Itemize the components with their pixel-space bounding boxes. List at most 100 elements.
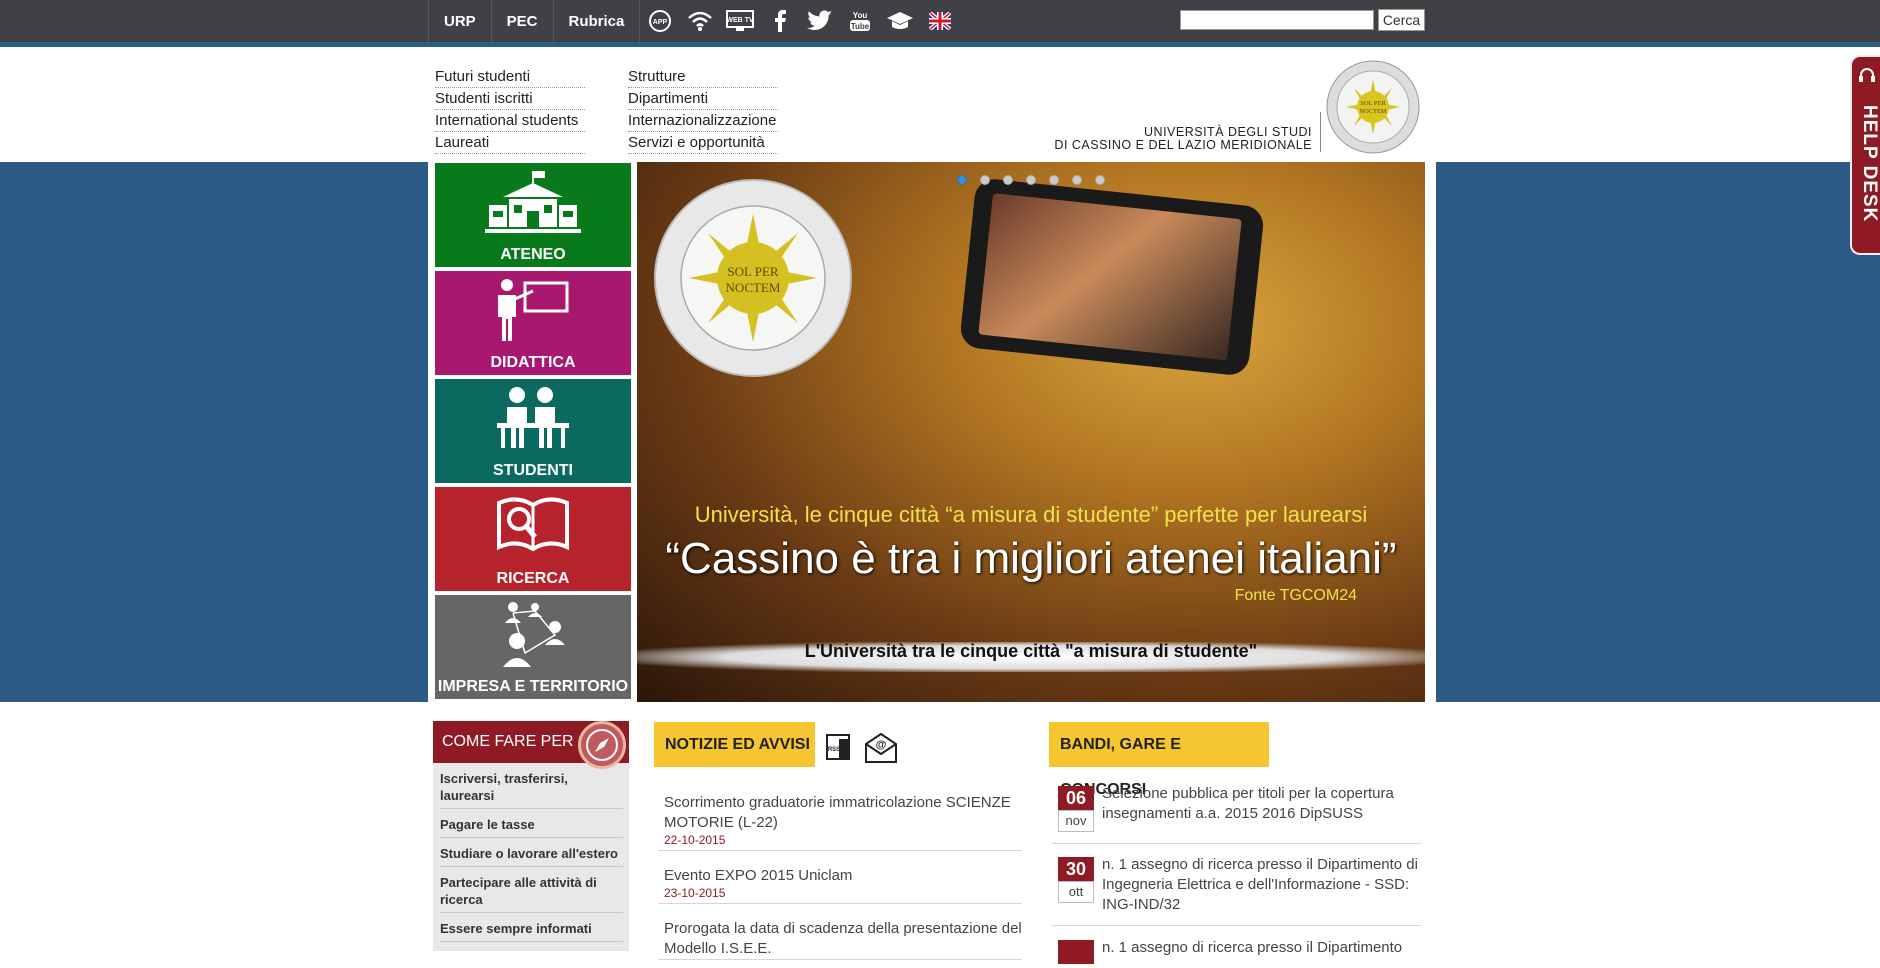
slide-subtitle: Università, le cinque città “a misura di…: [694, 502, 1368, 527]
top-bar-links: URP PEC Rubrica APP WEB TV You Tube: [428, 0, 960, 42]
slide-phone-image: [958, 177, 1266, 377]
news-item-date: 23-10-2015: [664, 886, 726, 900]
nav-servizi-opportunita[interactable]: Servizi e opportunità: [628, 132, 778, 154]
bando-item[interactable]: 06 nov Selezione pubblica per titoli per…: [1052, 784, 1421, 844]
tile-studenti-label: STUDENTI: [493, 462, 573, 479]
news-item[interactable]: Prorogata la data di scadenza della pres…: [658, 919, 1022, 960]
university-logo[interactable]: SOL PER NOCTEM: [1326, 60, 1420, 154]
network-people-icon: [503, 602, 565, 667]
pec-link[interactable]: PEC: [490, 0, 553, 42]
tile-impresa-territorio-label: IMPRESA E TERRITORIO: [437, 678, 629, 695]
slider-dots: [957, 175, 1118, 185]
svg-text:APP: APP: [653, 19, 668, 26]
news-item-date: 22-10-2015: [664, 833, 726, 847]
tile-didattica-label: DIDATTICA: [490, 354, 576, 371]
students-icon: [497, 387, 569, 448]
slider-dot[interactable]: [1026, 175, 1036, 185]
svg-text:@: @: [876, 739, 887, 751]
tile-ateneo[interactable]: ATENEO: [435, 163, 631, 267]
cfp-attivita-ricerca[interactable]: Partecipare alle attività di ricerca: [440, 867, 623, 913]
wifi-icon[interactable]: [684, 0, 716, 42]
facebook-icon[interactable]: [764, 0, 796, 42]
tile-ricerca[interactable]: RICERCA: [435, 487, 631, 591]
slider-dot[interactable]: [1095, 175, 1105, 185]
search-button[interactable]: Cerca: [1378, 9, 1425, 31]
newsletter-icon[interactable]: @: [864, 732, 898, 764]
nav-internazionalizzazione[interactable]: Internazionalizzazione: [628, 110, 778, 132]
slider-dot[interactable]: [1072, 175, 1082, 185]
school-building-icon: [485, 171, 581, 233]
news-item-title[interactable]: Evento EXPO 2015 Uniclam: [658, 866, 1022, 886]
come-fare-per-title: COME FARE PER: [442, 733, 574, 750]
search-input[interactable]: [1180, 10, 1374, 30]
slider-dot[interactable]: [980, 175, 990, 185]
logo-small-text-2: NOCTEM: [1359, 108, 1387, 115]
nav-structure: Strutture Dipartimenti Internazionalizza…: [628, 66, 778, 154]
rubrica-link[interactable]: Rubrica: [552, 0, 641, 42]
news-header: NOTIZIE ED AVVISI: [654, 722, 815, 767]
compass-icon: [578, 721, 626, 769]
university-name[interactable]: UNIVERSITÀ DEGLI STUDI DI CASSINO E DEL …: [1010, 126, 1312, 152]
slide-caption[interactable]: L'Università tra le cinque città "a misu…: [637, 641, 1425, 662]
nav-laureati[interactable]: Laureati: [435, 132, 585, 154]
svg-text:RSS: RSS: [828, 747, 840, 753]
twitter-icon[interactable]: [804, 0, 836, 42]
bando-day: 30: [1058, 857, 1094, 881]
bando-item[interactable]: 30 ott n. 1 assegno di ricerca presso il…: [1052, 855, 1421, 926]
book-magnifier-icon: [497, 497, 569, 552]
come-fare-per-list: Iscriversi, trasferirsi, laurearsi Pagar…: [433, 763, 629, 942]
bando-date: 06 nov: [1058, 786, 1094, 832]
slide-title: “Cassino è tra i migliori atenei italian…: [665, 534, 1397, 583]
top-divider: [0, 45, 1880, 47]
slide-source: Fonte TGCOM24: [1234, 587, 1357, 604]
header-separator: [1320, 112, 1321, 152]
nav-strutture[interactable]: Strutture: [628, 66, 778, 88]
tile-studenti[interactable]: STUDENTI: [435, 379, 631, 483]
tile-impresa-territorio[interactable]: IMPRESA E TERRITORIO: [435, 595, 631, 699]
youtube-icon[interactable]: You Tube: [844, 0, 876, 42]
nav-futuri-studenti[interactable]: Futuri studenti: [435, 66, 585, 88]
help-desk-label: HELP DESK: [1859, 105, 1880, 223]
slider-dot[interactable]: [1003, 175, 1013, 185]
tile-ateneo-label: ATENEO: [500, 246, 566, 263]
slider-dot[interactable]: [1049, 175, 1059, 185]
webtv-icon[interactable]: WEB TV: [724, 0, 756, 42]
university-seal-image: SOL PER NOCTEM: [654, 179, 852, 377]
help-desk-tab[interactable]: HELP DESK: [1850, 55, 1880, 255]
app-icon[interactable]: APP: [644, 0, 676, 42]
seal-text-2: NOCTEM: [726, 280, 781, 295]
nav-international-students[interactable]: International students: [435, 110, 585, 132]
urp-link[interactable]: URP: [428, 0, 491, 42]
seal-text-1: SOL PER: [727, 264, 778, 279]
news-item[interactable]: Evento EXPO 2015 Uniclam 23-10-2015: [658, 866, 1022, 904]
headset-icon: [1859, 68, 1875, 82]
tile-didattica[interactable]: DIDATTICA: [435, 271, 631, 375]
come-fare-per-header: COME FARE PER: [433, 721, 629, 769]
cfp-sempre-informati[interactable]: Essere sempre informati: [440, 913, 623, 942]
top-bar: URP PEC Rubrica APP WEB TV You Tube Cerca: [0, 0, 1880, 45]
cfp-pagare-tasse[interactable]: Pagare le tasse: [440, 809, 623, 838]
bandi-header: BANDI, GARE E CONCORSI: [1049, 722, 1269, 798]
news-item-title[interactable]: Scorrimento graduatorie immatricolazione…: [658, 793, 1022, 833]
bando-text[interactable]: n. 1 assegno di ricerca presso il Dipart…: [1102, 938, 1421, 958]
slider-dot[interactable]: [957, 175, 967, 185]
bando-date: [1058, 940, 1094, 964]
uk-flag-icon[interactable]: [924, 0, 956, 42]
graduation-cap-icon[interactable]: [884, 0, 916, 42]
bando-month: ott: [1058, 881, 1094, 903]
bando-text[interactable]: n. 1 assegno di ricerca presso il Dipart…: [1102, 855, 1421, 915]
tile-ricerca-label: RICERCA: [496, 570, 570, 587]
nav-audience: Futuri studenti Studenti iscritti Intern…: [435, 66, 585, 154]
teacher-icon: [498, 279, 569, 341]
nav-studenti-iscritti[interactable]: Studenti iscritti: [435, 88, 585, 110]
bando-item[interactable]: n. 1 assegno di ricerca presso il Dipart…: [1052, 938, 1421, 968]
bando-text[interactable]: Selezione pubblica per titoli per la cop…: [1102, 784, 1421, 824]
news-item-title[interactable]: Prorogata la data di scadenza della pres…: [658, 919, 1022, 959]
news-item[interactable]: Scorrimento graduatorie immatricolazione…: [658, 793, 1022, 851]
come-fare-per-box: COME FARE PER Iscriversi, trasferirsi, l…: [433, 721, 629, 951]
logo-small-text-1: SOL PER: [1360, 100, 1386, 107]
hero-slider[interactable]: SOL PER NOCTEM Università, le cinque cit…: [637, 162, 1425, 702]
nav-dipartimenti[interactable]: Dipartimenti: [628, 88, 778, 110]
cfp-studiare-estero[interactable]: Studiare o lavorare all'estero: [440, 838, 623, 867]
rss-icon[interactable]: RSS: [825, 733, 853, 761]
